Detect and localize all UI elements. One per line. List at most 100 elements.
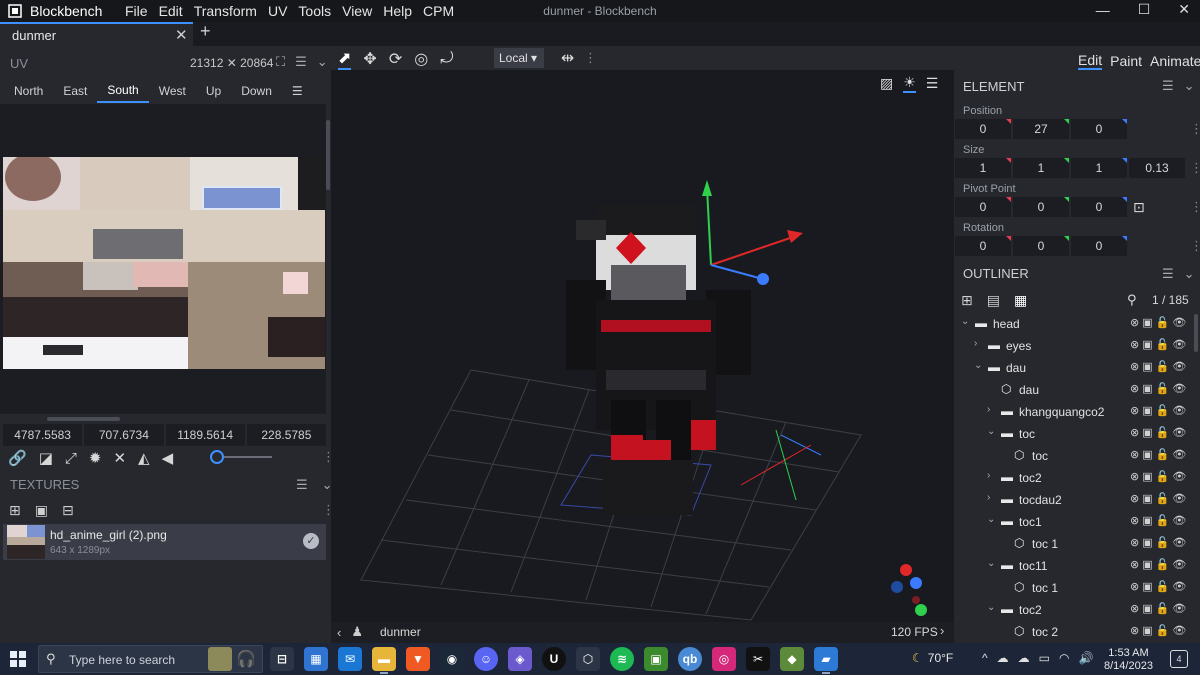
outliner-group-row[interactable]: ⌄ ▬ head ⊗ ▣ 🔓 👁 <box>955 313 1193 335</box>
weather-widget[interactable]: ☾ 70°F <box>912 651 953 665</box>
brave-browser-icon[interactable]: ▼ <box>406 647 430 671</box>
menu-transform[interactable]: Transform <box>194 3 257 19</box>
export-toggle-icon[interactable]: ⊗ <box>1130 602 1139 615</box>
uv-vertical-scrollbar[interactable] <box>326 120 330 190</box>
spotify-icon[interactable]: ≋ <box>610 647 634 671</box>
chevron-right-icon[interactable]: › <box>987 492 997 503</box>
mirror-modeling-icon[interactable]: ⇹ <box>561 48 574 68</box>
uv-horizontal-scrollbar[interactable] <box>47 417 120 421</box>
uv-value-height[interactable]: 228.5785 <box>246 424 326 446</box>
taskbar-clock[interactable]: 1:53 AM 8/14/2023 <box>1104 647 1153 673</box>
export-toggle-icon[interactable]: ⊗ <box>1130 624 1139 637</box>
minecraft-launcher-icon[interactable]: ▣ <box>644 647 668 671</box>
menu-uv[interactable]: UV <box>268 3 287 19</box>
clear-uv-icon[interactable]: ✕ <box>113 449 126 467</box>
position-x-input[interactable]: 0 <box>955 119 1011 139</box>
outliner-group-row[interactable]: › ▬ eyes ⊗ ▣ 🔓 👁 <box>955 335 1193 357</box>
windows-start-icon[interactable] <box>10 651 26 667</box>
microsoft-store-icon[interactable]: ▦ <box>304 647 328 671</box>
render-toggle-icon[interactable]: ▣ <box>1142 492 1152 505</box>
move-tool-icon[interactable]: ⬈ <box>338 48 352 70</box>
chevron-left-icon[interactable]: ‹ <box>337 625 341 640</box>
outliner-group-row[interactable]: ⌄ ▬ toc11 ⊗ ▣ 🔓 👁 <box>955 555 1193 577</box>
menu-help[interactable]: Help <box>383 3 412 19</box>
maximize-uv-icon[interactable]: ⤢ <box>65 450 77 467</box>
close-window-icon[interactable]: ✕ <box>1178 1 1190 18</box>
lighting-icon[interactable]: ☀ <box>903 74 916 93</box>
link-icon[interactable]: 🔗 <box>8 449 27 467</box>
outliner-group-row[interactable]: › ▬ toc2 ⊗ ▣ 🔓 👁 <box>955 467 1193 489</box>
transform-space-select[interactable]: Local ▾ <box>494 48 544 68</box>
cloud-icon[interactable]: ☁ <box>997 651 1009 665</box>
chevron-right-icon[interactable]: › <box>940 623 944 638</box>
add-cube-icon[interactable]: ⊞ <box>961 292 973 309</box>
toolbar-more-icon[interactable]: ⋮ <box>584 50 597 66</box>
uv-value-y[interactable]: 707.6734 <box>84 424 164 446</box>
resize-tool-icon[interactable]: ✥ <box>363 49 376 69</box>
inflate-input[interactable]: 0.13 <box>1129 158 1185 178</box>
visibility-icon[interactable]: 👁 <box>1172 624 1186 637</box>
export-toggle-icon[interactable]: ⊗ <box>1130 360 1139 373</box>
panel-menu-icon[interactable]: ☰ <box>295 54 307 70</box>
uv-texture-image[interactable] <box>3 157 325 369</box>
outliner-scrollbar[interactable] <box>1194 314 1198 352</box>
project-tab[interactable]: dunmer ✕ <box>0 22 193 46</box>
lock-icon[interactable]: 🔓 <box>1156 426 1170 439</box>
render-toggle-icon[interactable]: ▣ <box>1142 624 1152 637</box>
chevron-right-icon[interactable]: › <box>987 404 997 415</box>
qbittorrent-icon[interactable]: qb <box>678 647 702 671</box>
tab-south[interactable]: South <box>97 80 149 103</box>
lock-icon[interactable]: 🔓 <box>1156 514 1170 527</box>
pivot-more-icon[interactable]: ⋮ <box>1190 199 1200 215</box>
menu-tools[interactable]: Tools <box>298 3 331 19</box>
outliner-group-row[interactable]: ⌄ ▬ dau ⊗ ▣ 🔓 👁 <box>955 357 1193 379</box>
task-view-icon[interactable]: ⊟ <box>270 647 294 671</box>
rotation-y-input[interactable]: 0 <box>1013 236 1069 256</box>
outliner-cube-row[interactable]: ⬡ toc 1 ⊗ ▣ 🔓 👁 <box>955 577 1193 599</box>
visibility-icon[interactable]: 👁 <box>1172 580 1186 593</box>
export-toggle-icon[interactable]: ⊗ <box>1130 470 1139 483</box>
close-tab-icon[interactable]: ✕ <box>175 26 188 44</box>
render-toggle-icon[interactable]: ▣ <box>1142 338 1152 351</box>
lock-icon[interactable]: 🔓 <box>1156 382 1170 395</box>
uv-value-width[interactable]: 1189.5614 <box>165 424 245 446</box>
export-toggle-icon[interactable]: ⊗ <box>1130 514 1139 527</box>
texture-check-icon[interactable]: ✓ <box>303 533 319 549</box>
notification-center-icon[interactable]: 4 <box>1170 650 1188 668</box>
mail-icon[interactable]: ✉ <box>338 647 362 671</box>
export-toggle-icon[interactable]: ⊗ <box>1130 558 1139 571</box>
chevron-down-icon[interactable]: ⌄ <box>987 426 997 437</box>
render-toggle-icon[interactable]: ▣ <box>1142 580 1152 593</box>
outliner-group-row[interactable]: › ▬ tocdau2 ⊗ ▣ 🔓 👁 <box>955 489 1193 511</box>
vertex-snap-icon[interactable]: ⤾ <box>440 50 453 68</box>
outliner-cube-row[interactable]: ⬡ dau ⊗ ▣ 🔓 👁 <box>955 379 1193 401</box>
export-toggle-icon[interactable]: ⊗ <box>1130 338 1139 351</box>
lock-icon[interactable]: 🔓 <box>1156 624 1170 637</box>
outliner-cube-row[interactable]: ⬡ toc 2 ⊗ ▣ 🔓 👁 <box>955 621 1193 643</box>
outliner-search-icon[interactable]: ⚲ <box>1127 292 1137 308</box>
pivot-x-input[interactable]: 0 <box>955 197 1011 217</box>
chevron-right-icon[interactable]: › <box>987 470 997 481</box>
tab-up[interactable]: Up <box>196 81 231 102</box>
auto-uv-icon[interactable]: ✹ <box>89 449 102 467</box>
export-toggle-icon[interactable]: ⊗ <box>1130 404 1139 417</box>
uv-zoom-slider-knob[interactable] <box>210 450 224 464</box>
render-toggle-icon[interactable]: ▣ <box>1142 448 1152 461</box>
visibility-icon[interactable]: 👁 <box>1172 558 1186 571</box>
menu-file[interactable]: File <box>125 3 148 19</box>
lock-icon[interactable]: 🔓 <box>1156 492 1170 505</box>
visibility-icon[interactable]: 👁 <box>1172 382 1186 395</box>
chevron-down-icon[interactable]: ⌄ <box>961 316 971 327</box>
lock-icon[interactable]: 🔓 <box>1156 602 1170 615</box>
pivot-z-input[interactable]: 0 <box>1071 197 1127 217</box>
visibility-icon[interactable]: 👁 <box>1172 602 1186 615</box>
lock-icon[interactable]: 🔓 <box>1156 448 1170 461</box>
new-tab-icon[interactable]: + <box>200 21 211 42</box>
mode-edit[interactable]: Edit <box>1078 52 1103 70</box>
mode-animate[interactable]: Animate <box>1150 53 1200 69</box>
blockbench-taskbar-icon[interactable]: ▰ <box>814 647 838 674</box>
visibility-icon[interactable]: 👁 <box>1172 536 1186 549</box>
mirror-icon[interactable]: ◭ <box>138 449 150 467</box>
element-collapse-icon[interactable]: ⌄ <box>1184 78 1195 94</box>
render-toggle-icon[interactable]: ▣ <box>1142 404 1152 417</box>
